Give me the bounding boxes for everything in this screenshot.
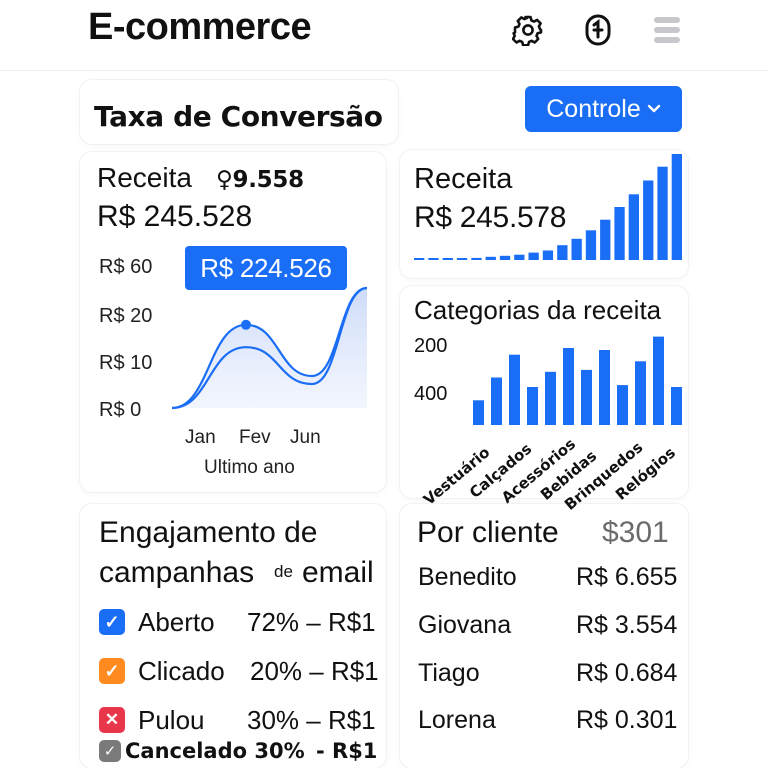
check-icon: ✓ [103, 742, 117, 760]
categories-bar-chart [473, 336, 682, 425]
client-name: Benedito [418, 563, 517, 591]
x-tick-label: Jun [290, 427, 321, 448]
category-bar [563, 348, 574, 425]
x-axis-label: Ultimo ano [204, 457, 295, 478]
email-row-label: Cancelado 30% [125, 739, 305, 763]
spark-bar [542, 250, 554, 260]
category-bar [599, 350, 610, 425]
spark-bar [585, 230, 597, 260]
chevron-down-icon [647, 104, 660, 113]
category-bar [635, 361, 646, 425]
spark-bar [571, 238, 582, 260]
client-name: Tiago [418, 659, 480, 687]
y-tick-label: R$ 10 [99, 352, 153, 374]
email-row-value: 30% – R$1 [247, 704, 376, 735]
category-bar [545, 371, 556, 425]
client-value: R$ 3.554 [576, 611, 678, 639]
account-icon[interactable] [580, 12, 616, 48]
client-value: R$ 0.301 [576, 706, 678, 734]
x-tick-label: Fev [239, 427, 271, 448]
spark-bar [442, 258, 453, 260]
checkbox-clicked[interactable]: ✓ [99, 658, 125, 684]
client-name: Giovana [418, 611, 512, 639]
client-name: Lorena [418, 706, 496, 734]
spark-bar [428, 258, 439, 260]
spark-bar [471, 257, 482, 260]
spark-bar [557, 245, 568, 260]
email-row-value: 20% – R$1 [250, 655, 379, 686]
close-icon: ✕ [104, 710, 120, 729]
spark-bar [456, 258, 468, 260]
category-bar [581, 369, 592, 425]
spark-bar [528, 252, 539, 260]
category-bar [671, 387, 682, 425]
client-value: R$ 0.684 [576, 659, 678, 687]
checkbox-bounced[interactable]: ✕ [99, 707, 125, 733]
menu-icon[interactable] [649, 12, 685, 48]
spark-bar [485, 256, 496, 260]
x-tick-label: Jan [185, 427, 216, 448]
per-client-title: Por cliente [417, 516, 559, 549]
y-tick-label: R$ 60 [99, 256, 153, 278]
email-row-cancelled: ✓ Cancelado 30% - R$1 [99, 738, 377, 764]
spark-bar [671, 154, 682, 260]
spark-bar [514, 254, 525, 260]
y-tick-label: 400 [414, 383, 448, 405]
chart-tooltip: R$ 224.526 [185, 246, 347, 290]
email-title-email: email [302, 556, 374, 589]
email-row-clicked: ✓ Clicado 20% – R$1 [99, 655, 379, 686]
highlight-point[interactable] [241, 319, 251, 330]
email-row-value: 72% – R$1 [247, 606, 376, 637]
client-value: R$ 6.655 [576, 563, 678, 591]
email-row-bounced: ✕ Pulou 30% – R$1 [99, 704, 376, 735]
conversion-title: Taxa de Conversão [94, 100, 383, 133]
revenue-badge: ♀9.558 [216, 167, 304, 193]
checkbox-cancelled[interactable]: ✓ [99, 740, 121, 762]
email-row-opened: ✓ Aberto 72% – R$1 [99, 606, 376, 637]
category-bar [509, 354, 520, 425]
check-icon: ✓ [104, 611, 120, 632]
y-tick-label: R$ 20 [99, 305, 153, 327]
spark-bar [600, 219, 611, 260]
app-title: E-commerce [88, 6, 312, 48]
spark-bar [657, 166, 668, 260]
spark-bar [499, 255, 511, 260]
category-bar [617, 385, 628, 425]
email-title-line2: campanhas [99, 556, 255, 589]
spark-bar [614, 207, 625, 260]
email-row-value: - R$1 [316, 739, 378, 763]
category-bar [653, 336, 664, 425]
revenue-title: Receita [97, 162, 192, 193]
y-tick-label: R$ 0 [99, 399, 142, 421]
checkbox-opened[interactable]: ✓ [99, 609, 125, 635]
revenue-amount: R$ 245.528 [97, 200, 253, 233]
email-row-label: Aberto [138, 606, 215, 637]
email-title-small: de [274, 562, 293, 581]
spark-bar [628, 194, 639, 260]
header-divider [0, 70, 768, 71]
y-tick-label: 200 [414, 335, 448, 357]
control-label: Controle [546, 94, 641, 123]
control-dropdown-button[interactable]: Controle [525, 86, 682, 132]
per-client-total: $301 [602, 516, 669, 549]
email-row-label: Pulou [138, 704, 205, 735]
category-bar [491, 377, 502, 425]
revenue-summary-amount: R$ 245.578 [414, 201, 567, 234]
gear-icon[interactable] [510, 12, 546, 48]
email-row-label: Clicado [138, 655, 225, 686]
check-icon: ✓ [104, 660, 120, 681]
spark-bar [414, 258, 425, 260]
category-bar [527, 387, 538, 425]
category-bar [473, 400, 484, 425]
email-title-line1: Engajamento de [99, 516, 318, 549]
revenue-summary-title: Receita [414, 163, 513, 195]
spark-bar [643, 180, 654, 260]
